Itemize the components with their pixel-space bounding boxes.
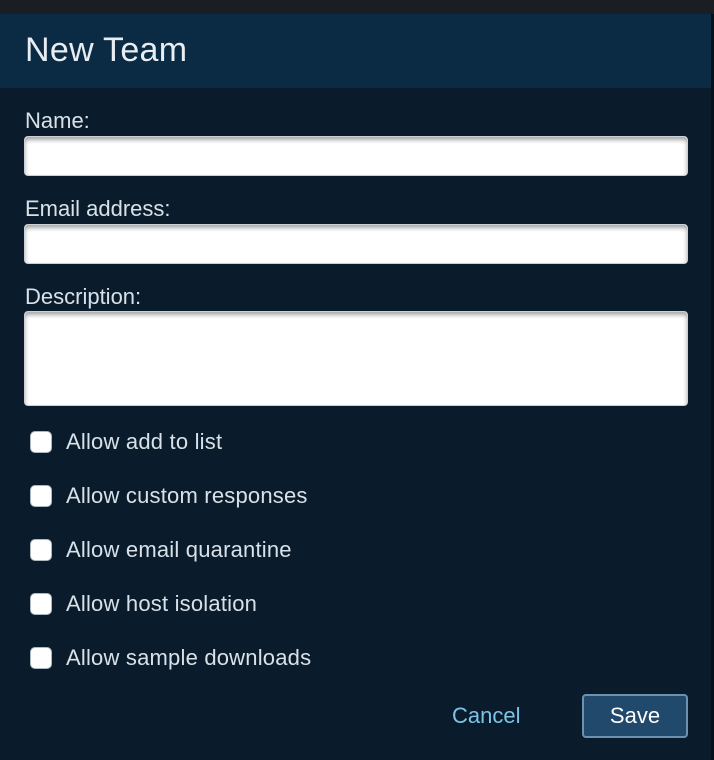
email-label: Email address: — [25, 196, 171, 221]
email-input[interactable] — [24, 224, 688, 264]
option-allow-sample-downloads[interactable]: Allow sample downloads — [30, 645, 311, 671]
dialog-title: New Team — [25, 31, 188, 69]
description-textarea[interactable] — [24, 311, 688, 406]
name-label: Name: — [25, 108, 90, 133]
name-input[interactable] — [24, 136, 688, 176]
option-allow-add-to-list[interactable]: Allow add to list — [30, 429, 222, 455]
save-button[interactable]: Save — [582, 694, 688, 738]
dialog-header: New Team — [0, 14, 711, 88]
option-allow-host-isolation[interactable]: Allow host isolation — [30, 591, 257, 617]
allow-sample-downloads-label: Allow sample downloads — [66, 645, 312, 670]
allow-email-quarantine-checkbox[interactable] — [30, 539, 52, 561]
option-allow-email-quarantine[interactable]: Allow email quarantine — [30, 537, 292, 563]
option-allow-custom-responses[interactable]: Allow custom responses — [30, 483, 308, 509]
allow-sample-downloads-checkbox[interactable] — [30, 647, 52, 669]
allow-email-quarantine-label: Allow email quarantine — [66, 537, 292, 562]
allow-host-isolation-checkbox[interactable] — [30, 593, 52, 615]
cancel-button[interactable]: Cancel — [452, 703, 520, 729]
allow-add-to-list-label: Allow add to list — [66, 429, 223, 454]
allow-add-to-list-checkbox[interactable] — [30, 431, 52, 453]
allow-custom-responses-label: Allow custom responses — [66, 483, 308, 508]
allow-host-isolation-label: Allow host isolation — [66, 591, 258, 616]
allow-custom-responses-checkbox[interactable] — [30, 485, 52, 507]
description-label: Description: — [25, 284, 142, 309]
